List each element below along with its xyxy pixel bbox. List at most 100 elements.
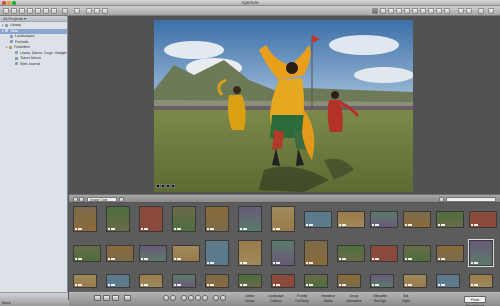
straighten-tool[interactable] xyxy=(396,8,402,14)
keyword-button[interactable]: Headshot xyxy=(319,294,337,298)
rotate-left-button[interactable] xyxy=(86,8,92,14)
thumbnail[interactable] xyxy=(271,240,295,266)
thumbnail[interactable] xyxy=(370,245,398,262)
thumbnail[interactable] xyxy=(73,206,97,232)
keyword-button[interactable]: Red Eye xyxy=(371,299,389,303)
thumbnail[interactable] xyxy=(139,206,163,232)
keyword-button[interactable]: Portrait xyxy=(293,294,311,298)
thumbnail[interactable] xyxy=(337,211,365,228)
full-screen-button[interactable] xyxy=(478,8,484,14)
thumbnail[interactable] xyxy=(205,206,229,232)
compare-button[interactable] xyxy=(102,8,108,14)
select-button[interactable] xyxy=(202,295,208,301)
new-album-button[interactable] xyxy=(19,8,25,14)
stack-button[interactable] xyxy=(74,8,80,14)
thumbnail[interactable] xyxy=(271,206,295,232)
new-smart-album-button[interactable] xyxy=(27,8,33,14)
rating-down-button[interactable] xyxy=(188,295,194,301)
preset-dropdown[interactable]: Photo Descriptions ▾ xyxy=(464,296,486,306)
new-project-button[interactable] xyxy=(3,8,9,14)
loupe-tool[interactable] xyxy=(404,8,410,14)
thumbnail[interactable] xyxy=(304,240,328,266)
thumbnail[interactable] xyxy=(469,211,497,228)
thumbnail[interactable] xyxy=(469,274,493,288)
grid-view-button[interactable] xyxy=(73,197,78,202)
thumbnail[interactable] xyxy=(172,274,196,288)
thumbnail[interactable] xyxy=(205,274,229,288)
thumbnail[interactable] xyxy=(304,211,332,228)
browser-mode-button[interactable] xyxy=(103,295,110,301)
viewer-mode-button[interactable] xyxy=(94,295,101,301)
thumbnail[interactable] xyxy=(468,239,494,267)
keyword-button[interactable]: Group xyxy=(345,294,363,298)
thumbnail[interactable] xyxy=(172,206,196,232)
spot-patch-tool[interactable] xyxy=(428,8,434,14)
keyword-button[interactable]: Bot xyxy=(397,294,415,298)
lift-tool[interactable] xyxy=(436,8,442,14)
selection-tool[interactable] xyxy=(372,8,378,14)
sort-direction-button[interactable] xyxy=(119,197,124,202)
thumbnail[interactable] xyxy=(205,240,229,266)
next-button[interactable] xyxy=(170,295,176,301)
thumbnail[interactable] xyxy=(238,240,262,266)
thumbnail[interactable] xyxy=(436,211,464,228)
thumbnail[interactable] xyxy=(370,211,398,228)
crop-tool[interactable] xyxy=(388,8,394,14)
keyword-button[interactable]: Outdoor xyxy=(267,299,285,303)
thumbnail[interactable] xyxy=(172,245,200,262)
new-web-page-button[interactable] xyxy=(51,8,57,14)
thumbnail[interactable] xyxy=(403,211,431,228)
thumbnail[interactable] xyxy=(106,245,134,262)
keyword-button[interactable]: Silhouette xyxy=(371,294,389,298)
thumbnail[interactable] xyxy=(106,206,130,232)
thumbnail[interactable] xyxy=(73,245,101,262)
keyword-button[interactable]: Action xyxy=(241,294,259,298)
keyword-button[interactable]: Full Body xyxy=(293,299,311,303)
import-button[interactable] xyxy=(62,8,68,14)
thumbnail[interactable] xyxy=(403,245,431,262)
view-mode-button[interactable] xyxy=(488,8,494,14)
keyword-button[interactable]: Studio xyxy=(319,299,337,303)
thumbnail[interactable] xyxy=(304,274,328,288)
inspector-button[interactable] xyxy=(458,8,464,14)
new-book-button[interactable] xyxy=(43,8,49,14)
thumbnail[interactable] xyxy=(436,274,460,288)
search-input[interactable] xyxy=(446,197,496,202)
adjustments-button[interactable] xyxy=(466,8,472,14)
new-light-table-button[interactable] xyxy=(35,8,41,14)
thumbnail[interactable] xyxy=(139,245,167,262)
rotate-tool[interactable] xyxy=(380,8,386,14)
thumbnail[interactable] xyxy=(337,274,361,288)
rotate-right-button[interactable] xyxy=(94,8,100,14)
sidebar-item-web-journal[interactable]: Web Journal xyxy=(0,62,67,68)
thumbnail[interactable] xyxy=(73,274,97,288)
thumbnail[interactable] xyxy=(370,274,394,288)
thumbnail[interactable] xyxy=(271,274,295,288)
thumbnail[interactable] xyxy=(337,245,365,262)
stamp-tool[interactable] xyxy=(444,8,450,14)
keyword-button[interactable]: Landscape xyxy=(267,294,285,298)
rotate-ccw-button[interactable] xyxy=(213,295,219,301)
main-photo[interactable] xyxy=(154,20,413,192)
filter-button[interactable] xyxy=(439,197,444,202)
dual-display-button[interactable] xyxy=(124,295,131,301)
thumbnail[interactable] xyxy=(403,274,427,288)
keyword-button[interactable]: Indoor xyxy=(241,299,259,303)
red-eye-tool[interactable] xyxy=(420,8,426,14)
keyword-button[interactable]: Interactive xyxy=(345,299,363,303)
keyword-button[interactable]: Night xyxy=(397,299,415,303)
rotate-cw-button[interactable] xyxy=(220,295,226,301)
split-mode-button[interactable] xyxy=(112,295,119,301)
reject-button[interactable] xyxy=(181,295,187,301)
new-folder-button[interactable] xyxy=(11,8,17,14)
lift-stamp-tool[interactable] xyxy=(412,8,418,14)
thumbnail[interactable] xyxy=(436,245,464,262)
thumbnail[interactable] xyxy=(238,206,262,232)
thumbnail[interactable] xyxy=(238,274,262,288)
rating-up-button[interactable] xyxy=(195,295,201,301)
list-view-button[interactable] xyxy=(79,197,84,202)
thumbnail[interactable] xyxy=(139,274,163,288)
sort-dropdown[interactable]: Image Date xyxy=(87,197,117,202)
previous-button[interactable] xyxy=(163,295,169,301)
thumbnail[interactable] xyxy=(106,274,130,288)
